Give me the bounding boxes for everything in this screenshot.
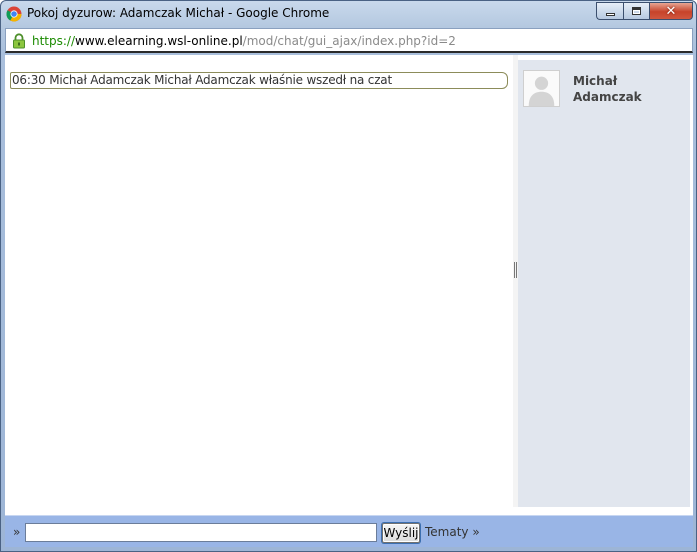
window-controls: ✕ — [596, 2, 693, 20]
maximize-button[interactable] — [623, 2, 649, 20]
maximize-icon — [632, 7, 641, 15]
user-name[interactable]: Michał Adamczak — [573, 73, 683, 105]
address-bar[interactable]: https://www.elearning.wsl-online.pl/mod/… — [5, 28, 693, 53]
window-title: Pokoj dyzurow: Adamczak Michał - Google … — [27, 6, 330, 20]
send-button[interactable]: Wyślij — [382, 523, 420, 543]
message-input-bar: » Wyślij Tematy » — [5, 515, 693, 547]
user-avatar-icon — [523, 70, 560, 107]
chat-messages-panel: 06:30 Michał Adamczak Michał Adamczak wł… — [5, 55, 513, 507]
chrome-icon — [6, 6, 22, 22]
url-scheme: https:// — [32, 34, 76, 48]
close-icon: ✕ — [665, 3, 677, 19]
topics-link[interactable]: Tematy » — [425, 525, 480, 539]
url-host: www.elearning.wsl-online.pl — [75, 34, 243, 48]
url-path: /mod/chat/gui_ajax/index.php?id=2 — [242, 34, 456, 48]
input-prompt: » — [13, 525, 21, 539]
user-list-item[interactable]: Michał Adamczak — [523, 70, 688, 110]
minimize-button[interactable] — [596, 2, 623, 20]
minimize-icon — [605, 12, 615, 16]
splitter-grip-icon[interactable] — [514, 262, 517, 278]
browser-window: Pokoj dyzurow: Adamczak Michał - Google … — [0, 0, 697, 552]
url-text[interactable]: https://www.elearning.wsl-online.pl/mod/… — [32, 34, 456, 48]
message-input[interactable] — [25, 523, 377, 542]
title-bar[interactable]: Pokoj dyzurow: Adamczak Michał - Google … — [1, 1, 697, 27]
chat-message: 06:30 Michał Adamczak Michał Adamczak wł… — [10, 72, 508, 89]
lock-icon — [13, 33, 25, 49]
close-button[interactable]: ✕ — [649, 2, 693, 20]
page-content: 06:30 Michał Adamczak Michał Adamczak wł… — [5, 55, 693, 515]
users-list-panel: Michał Adamczak — [518, 60, 690, 507]
